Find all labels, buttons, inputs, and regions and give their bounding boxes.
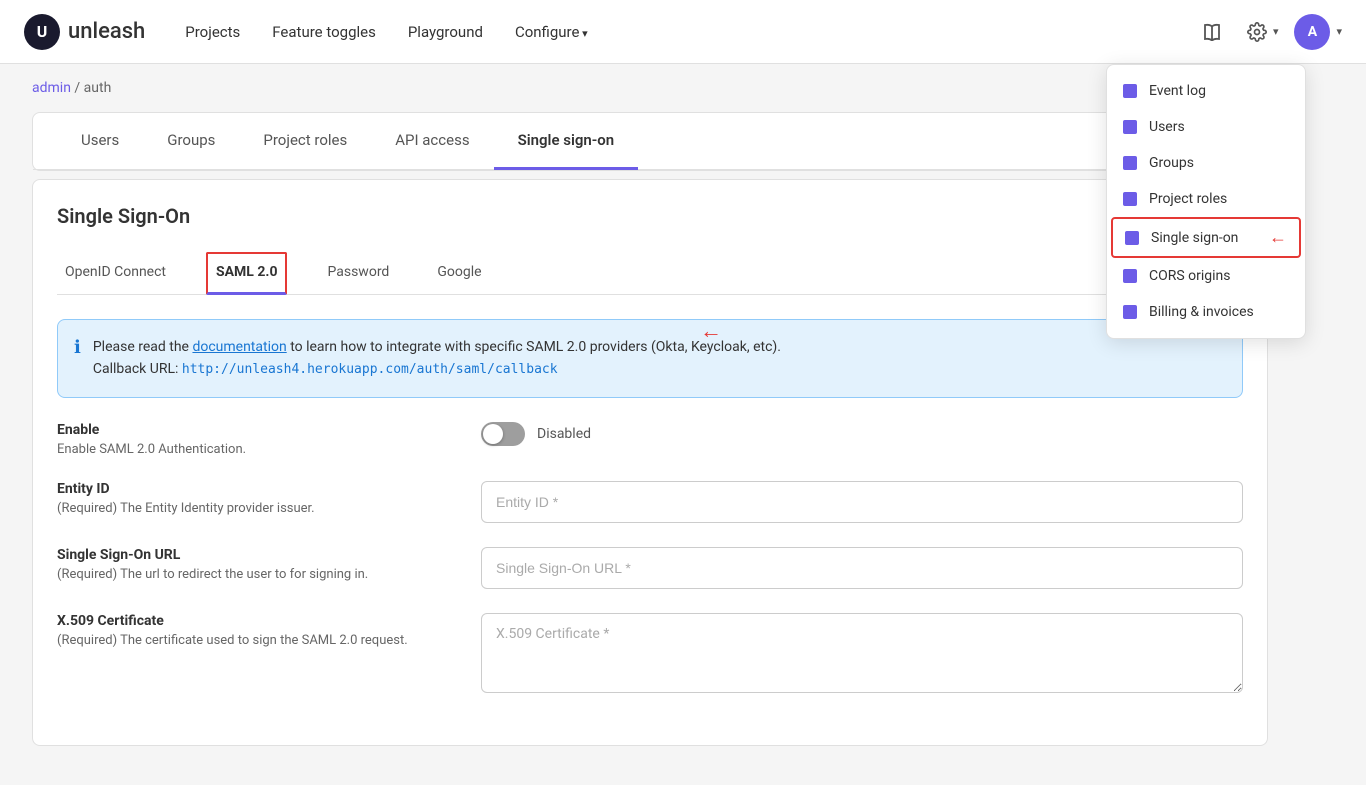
callback-label: Callback URL: [93, 361, 179, 377]
arrow-right-indicator: ← [1269, 227, 1287, 248]
single-sign-on-icon [1125, 231, 1139, 245]
avatar-arrow: ▾ [1336, 25, 1342, 38]
info-text-before: Please read the [93, 339, 193, 355]
form-description-entity-id: (Required) The Entity Identity provider … [57, 501, 457, 516]
dropdown-item-billing-invoices[interactable]: Billing & invoices [1107, 294, 1305, 330]
sub-tab-openid-connect[interactable]: OpenID Connect [57, 252, 174, 295]
groups-icon [1123, 156, 1137, 170]
form-row-enable: Enable Enable SAML 2.0 Authentication. D… [57, 422, 1243, 457]
event-log-icon [1123, 84, 1137, 98]
dropdown-item-groups[interactable]: Groups [1107, 145, 1305, 181]
info-text-after: to learn how to integrate with specific … [287, 339, 781, 355]
tab-users[interactable]: Users [57, 113, 143, 170]
form-label-sso-url: Single Sign-On URL [57, 547, 457, 563]
sub-tab-saml2[interactable]: SAML 2.0 [206, 252, 287, 295]
nav-links: Projects Feature toggles Playground Conf… [185, 19, 1197, 45]
dropdown-item-single-sign-on[interactable]: Single sign-on ← [1111, 217, 1301, 258]
breadcrumb: admin / auth [32, 80, 1268, 96]
user-avatar-button[interactable]: A ▾ [1294, 14, 1342, 50]
dropdown-label-project-roles: Project roles [1149, 191, 1227, 207]
form-label-x509: X.509 Certificate [57, 613, 457, 629]
page-title: Single Sign-On [57, 204, 1243, 228]
dropdown-item-project-roles[interactable]: Project roles [1107, 181, 1305, 217]
content-card: Single Sign-On OpenID Connect SAML 2.0 P… [32, 179, 1268, 746]
x509-textarea[interactable] [481, 613, 1243, 693]
brand-logo-letter: U [37, 22, 48, 41]
nav-playground[interactable]: Playground [408, 19, 483, 45]
nav-feature-toggles[interactable]: Feature toggles [272, 19, 376, 45]
breadcrumb-current: auth [84, 80, 112, 96]
navbar: U unleash Projects Feature toggles Playg… [0, 0, 1366, 64]
gear-arrow: ▾ [1273, 25, 1279, 38]
cors-origins-icon [1123, 269, 1137, 283]
form-control-entity-id [481, 481, 1243, 523]
tab-groups[interactable]: Groups [143, 113, 239, 170]
entity-id-input[interactable] [481, 481, 1243, 523]
book-icon [1201, 23, 1223, 41]
dropdown-item-event-log[interactable]: Event log [1107, 73, 1305, 109]
form-description-sso-url: (Required) The url to redirect the user … [57, 567, 457, 582]
breadcrumb-separator: / [74, 80, 83, 96]
main-content: admin / auth Users Groups Project roles … [0, 64, 1300, 778]
docs-icon-button[interactable] [1197, 19, 1227, 45]
tab-single-sign-on[interactable]: Single sign-on [494, 113, 639, 170]
info-box: ℹ Please read the documentation to learn… [57, 319, 1243, 398]
dropdown-label-cors-origins: CORS origins [1149, 268, 1231, 284]
form-row-sso-url: Single Sign-On URL (Required) The url to… [57, 547, 1243, 589]
gear-icon [1247, 22, 1267, 42]
nav-projects[interactable]: Projects [185, 19, 240, 45]
dropdown-label-users: Users [1149, 119, 1185, 135]
form-control-x509 [481, 613, 1243, 697]
form-control-sso-url [481, 547, 1243, 589]
form-label-group-sso-url: Single Sign-On URL (Required) The url to… [57, 547, 457, 582]
configure-dropdown-menu: Event log Users Groups Project roles Sin… [1106, 64, 1306, 339]
main-tabs: Users Groups Project roles API access Si… [33, 113, 1267, 170]
form-label-enable: Enable [57, 422, 457, 438]
toggle-label: Disabled [537, 426, 591, 442]
info-text: Please read the documentation to learn h… [93, 336, 781, 381]
dropdown-label-groups: Groups [1149, 155, 1194, 171]
documentation-link[interactable]: documentation [192, 339, 286, 355]
project-roles-icon [1123, 192, 1137, 206]
enable-toggle[interactable] [481, 422, 525, 446]
sso-url-input[interactable] [481, 547, 1243, 589]
brand-logo: U [24, 14, 60, 50]
form-label-group-entity-id: Entity ID (Required) The Entity Identity… [57, 481, 457, 516]
brand-name: unleash [68, 19, 145, 44]
form-label-entity-id: Entity ID [57, 481, 457, 497]
tab-api-access[interactable]: API access [371, 113, 493, 170]
brand: U unleash [24, 14, 145, 50]
form-row-x509: X.509 Certificate (Required) The certifi… [57, 613, 1243, 697]
callback-url: http://unleash4.herokuapp.com/auth/saml/… [182, 362, 558, 377]
sub-tabs: OpenID Connect SAML 2.0 Password Google [57, 252, 1243, 295]
gear-icon-button[interactable] [1243, 18, 1271, 46]
navbar-right: ▾ A ▾ [1197, 14, 1342, 50]
settings-button[interactable]: ▾ [1243, 18, 1279, 46]
form-description-enable: Enable SAML 2.0 Authentication. [57, 442, 457, 457]
form-row-entity-id: Entity ID (Required) The Entity Identity… [57, 481, 1243, 523]
form-description-x509: (Required) The certificate used to sign … [57, 633, 457, 648]
sub-tab-google[interactable]: Google [429, 252, 489, 295]
dropdown-label-event-log: Event log [1149, 83, 1206, 99]
form-label-group-x509: X.509 Certificate (Required) The certifi… [57, 613, 457, 648]
user-avatar: A [1294, 14, 1330, 50]
form-label-group-enable: Enable Enable SAML 2.0 Authentication. [57, 422, 457, 457]
nav-configure[interactable]: Configure [515, 19, 588, 45]
breadcrumb-admin-link[interactable]: admin [32, 80, 71, 96]
main-tabs-container: Users Groups Project roles API access Si… [32, 112, 1268, 171]
dropdown-label-single-sign-on: Single sign-on [1151, 230, 1238, 246]
dropdown-label-billing-invoices: Billing & invoices [1149, 304, 1254, 320]
form-control-enable: Disabled [481, 422, 1243, 446]
dropdown-item-users[interactable]: Users [1107, 109, 1305, 145]
sub-tab-password[interactable]: Password [319, 252, 397, 295]
info-icon: ℹ [74, 337, 81, 358]
billing-invoices-icon [1123, 305, 1137, 319]
dropdown-item-cors-origins[interactable]: CORS origins [1107, 258, 1305, 294]
users-icon [1123, 120, 1137, 134]
tab-project-roles[interactable]: Project roles [239, 113, 371, 170]
